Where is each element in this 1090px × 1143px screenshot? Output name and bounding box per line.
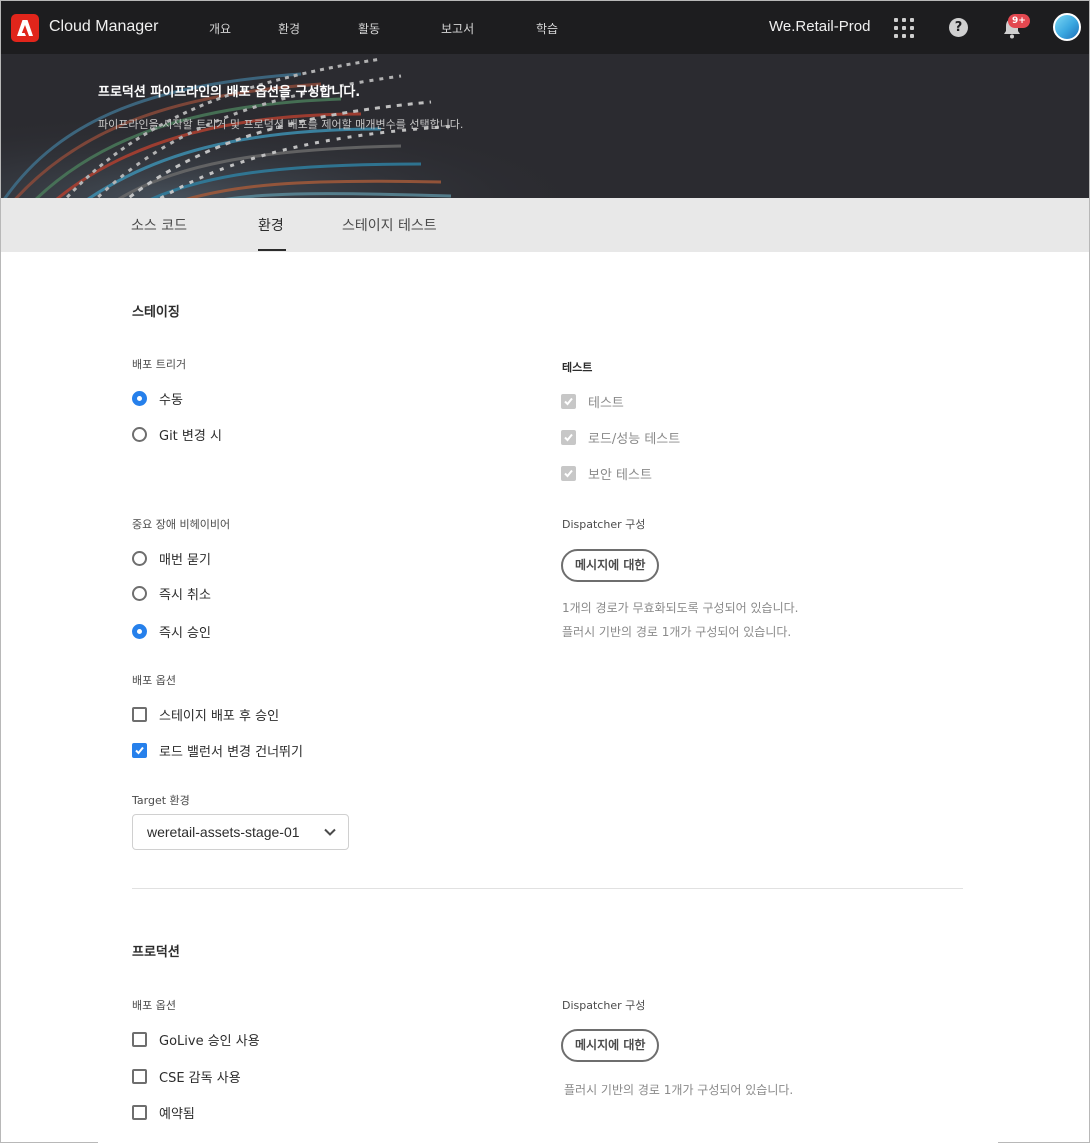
- test-checkbox: 테스트: [561, 392, 624, 411]
- failure-behavior-label: 중요 장애 비헤이비어: [132, 518, 231, 531]
- checkbox-disabled-checked: [561, 466, 576, 481]
- trigger-git-radio[interactable]: Git 변경 시: [132, 425, 222, 444]
- checkbox-checked[interactable]: [132, 743, 147, 758]
- cse-oversight-checkbox[interactable]: CSE 감독 사용: [132, 1067, 241, 1086]
- avatar[interactable]: [1053, 13, 1081, 41]
- staging-dispatcher-info-2: 플러시 기반의 경로 1개가 구성되어 있습니다.: [562, 625, 792, 639]
- checkbox-disabled-checked: [561, 394, 576, 409]
- adobe-logo-icon[interactable]: [11, 14, 39, 42]
- active-tab-indicator: [258, 249, 286, 251]
- org-switcher[interactable]: We.Retail-Prod: [769, 18, 870, 35]
- security-test-checkbox: 보안 테스트: [561, 464, 652, 483]
- staging-dispatcher-label: Dispatcher 구성: [562, 518, 646, 531]
- skip-load-balancer-checkbox[interactable]: 로드 밸런서 변경 건너뛰기: [132, 741, 303, 760]
- staging-deploy-options-label: 배포 옵션: [132, 674, 176, 687]
- checkbox-unchecked[interactable]: [132, 1069, 147, 1084]
- trigger-git-label: Git 변경 시: [159, 429, 222, 444]
- tab-source-code[interactable]: 소스 코드: [131, 215, 187, 235]
- target-env-select[interactable]: weretail-assets-stage-01: [132, 814, 349, 850]
- behavior-approve-radio[interactable]: 즉시 승인: [132, 622, 211, 641]
- nav-environments[interactable]: 환경: [278, 20, 300, 37]
- behavior-approve-label: 즉시 승인: [159, 626, 211, 641]
- trigger-manual-label: 수동: [159, 393, 183, 408]
- hero-banner: 프로덕션 파이프라인의 배포 옵션을 구성합니다. 파이프라인을 시작할 트리거…: [1, 54, 1089, 198]
- radio-unselected[interactable]: [132, 586, 147, 601]
- deploy-trigger-label: 배포 트리거: [132, 358, 187, 371]
- radio-unselected[interactable]: [132, 427, 147, 442]
- section-divider: [132, 888, 963, 889]
- target-env-label: Target 환경: [132, 794, 190, 807]
- chevron-down-icon: [324, 828, 336, 836]
- golive-approval-label: GoLive 승인 사용: [159, 1034, 260, 1049]
- test-label: 테스트: [588, 396, 624, 411]
- apps-grid-icon[interactable]: [894, 18, 914, 38]
- notification-badge: 9+: [1008, 14, 1030, 28]
- checkbox-unchecked[interactable]: [132, 1032, 147, 1047]
- tab-strip: 소스 코드 환경 스테이지 테스트: [1, 198, 1089, 252]
- tests-label: 테스트: [562, 361, 593, 374]
- trigger-manual-radio[interactable]: 수동: [132, 389, 183, 408]
- behavior-cancel-radio[interactable]: 즉시 취소: [132, 584, 211, 603]
- radio-unselected[interactable]: [132, 551, 147, 566]
- radio-selected[interactable]: [132, 624, 147, 639]
- production-dispatcher-label: Dispatcher 구성: [562, 999, 646, 1012]
- content-panel: [98, 252, 998, 1143]
- nav-reports[interactable]: 보고서: [441, 20, 474, 37]
- production-section-title: 프로덕션: [132, 945, 180, 960]
- staging-dispatcher-info-1: 1개의 경로가 무효화되도록 구성되어 있습니다.: [562, 601, 799, 615]
- app-title[interactable]: Cloud Manager: [49, 18, 158, 36]
- behavior-ask-radio[interactable]: 매번 묻기: [132, 549, 211, 568]
- golive-approval-checkbox[interactable]: GoLive 승인 사용: [132, 1030, 260, 1049]
- checkbox-unchecked[interactable]: [132, 1105, 147, 1120]
- security-test-label: 보안 테스트: [588, 468, 652, 483]
- checkbox-unchecked[interactable]: [132, 707, 147, 722]
- page-title: 프로덕션 파이프라인의 배포 옵션을 구성합니다.: [98, 85, 361, 100]
- staging-dispatcher-button[interactable]: 메시지에 대한: [561, 549, 660, 582]
- nav-activity[interactable]: 활동: [358, 20, 380, 37]
- help-icon[interactable]: ?: [949, 18, 968, 37]
- scheduled-label: 예약됨: [159, 1107, 195, 1122]
- radio-selected[interactable]: [132, 391, 147, 406]
- production-dispatcher-info: 플러시 기반의 경로 1개가 구성되어 있습니다.: [564, 1083, 794, 1097]
- tab-environments[interactable]: 환경: [258, 215, 284, 235]
- top-bar: Cloud Manager 개요 환경 활동 보고서 학습 We.Retail-…: [1, 1, 1089, 54]
- approve-after-stage-label: 스테이지 배포 후 승인: [159, 709, 280, 724]
- staging-section-title: 스테이징: [132, 305, 180, 320]
- scheduled-checkbox[interactable]: 예약됨: [132, 1103, 195, 1122]
- skip-load-balancer-label: 로드 밸런서 변경 건너뛰기: [159, 745, 303, 760]
- production-deploy-options-label: 배포 옵션: [132, 999, 176, 1012]
- approve-after-stage-checkbox[interactable]: 스테이지 배포 후 승인: [132, 705, 279, 724]
- tab-list: [98, 198, 998, 252]
- target-env-value: weretail-assets-stage-01: [147, 824, 300, 840]
- load-test-checkbox: 로드/성능 테스트: [561, 428, 680, 447]
- behavior-cancel-label: 즉시 취소: [159, 588, 211, 603]
- behavior-ask-label: 매번 묻기: [159, 553, 211, 568]
- production-dispatcher-button[interactable]: 메시지에 대한: [561, 1029, 660, 1062]
- load-test-label: 로드/성능 테스트: [588, 432, 681, 447]
- nav-learn[interactable]: 학습: [536, 20, 558, 37]
- nav-overview[interactable]: 개요: [209, 20, 231, 37]
- checkbox-disabled-checked: [561, 430, 576, 445]
- page-subtitle: 파이프라인을 시작할 트리거 및 프로덕션 배포를 제어할 매개변수를 선택합니…: [98, 118, 464, 131]
- tab-stage-testing[interactable]: 스테이지 테스트: [342, 215, 437, 235]
- cse-oversight-label: CSE 감독 사용: [159, 1071, 241, 1086]
